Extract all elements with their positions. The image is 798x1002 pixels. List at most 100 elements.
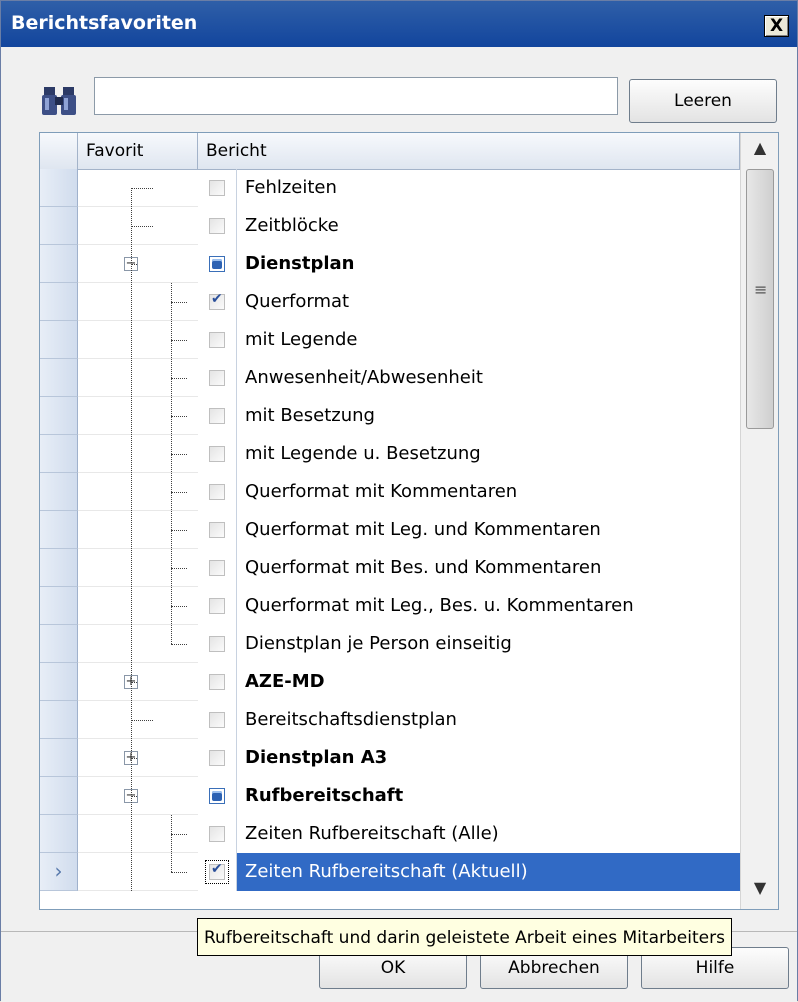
tree-line [131, 796, 137, 797]
search-input[interactable] [94, 77, 618, 115]
tree-line [131, 188, 153, 189]
tree-line [131, 264, 137, 265]
tree-line [171, 378, 187, 379]
favorite-checkbox[interactable] [209, 370, 225, 386]
row-selector[interactable] [40, 587, 78, 625]
row-selector[interactable] [40, 777, 78, 815]
tree-group-row[interactable]: + Dienstplan A3 [78, 739, 740, 777]
tree-line [171, 416, 187, 417]
tree-group-row[interactable]: + AZE-MD [78, 663, 740, 701]
favorite-cell [78, 663, 198, 701]
favorite-checkbox[interactable] [209, 598, 225, 614]
window-title: Berichtsfavoriten [11, 12, 198, 34]
tree-line [171, 815, 172, 872]
favorite-checkbox[interactable] [209, 291, 225, 310]
report-label: mit Besetzung [236, 397, 740, 435]
report-label: Querformat [236, 283, 740, 321]
favorite-checkbox[interactable] [209, 560, 225, 576]
scroll-thumb[interactable] [746, 169, 774, 429]
row-selector[interactable] [40, 435, 78, 473]
row-selector[interactable] [40, 359, 78, 397]
report-label: mit Legende [236, 321, 740, 359]
row-selector[interactable] [40, 207, 78, 245]
scroll-down-icon[interactable]: ▼ [741, 873, 778, 903]
tree-line [131, 720, 153, 721]
report-label: Bereitschaftsdienstplan [236, 701, 740, 739]
tree-line [171, 302, 187, 303]
tree-group-row[interactable]: − Rufbereitschaft [78, 777, 740, 815]
report-label: mit Legende u. Besetzung [236, 435, 740, 473]
row-selector[interactable]: › [40, 853, 78, 891]
tree-line [131, 226, 153, 227]
row-selector[interactable] [40, 663, 78, 701]
favorite-checkbox[interactable] [209, 636, 225, 652]
favorite-checkbox[interactable] [209, 522, 225, 538]
row-selector[interactable] [40, 511, 78, 549]
table-row[interactable]: Fehlzeiten [78, 169, 740, 207]
report-label: AZE-MD [236, 663, 740, 701]
clear-button[interactable]: Leeren [629, 79, 777, 123]
close-button[interactable]: X [764, 15, 789, 37]
tree-line [171, 492, 187, 493]
tree-line [131, 758, 137, 759]
favorites-dialog: Berichtsfavoriten X Leeren Favorit Beric… [0, 0, 798, 1002]
favorite-checkbox[interactable] [209, 256, 225, 272]
table-row[interactable]: Zeitblöcke [78, 207, 740, 245]
row-selector[interactable] [40, 739, 78, 777]
row-selector[interactable] [40, 283, 78, 321]
favorite-checkbox[interactable] [209, 218, 225, 234]
column-header-favorit[interactable]: Favorit [78, 133, 198, 169]
vertical-scrollbar[interactable]: ▲ ▼ [740, 133, 778, 909]
report-grid: Favorit Bericht Fehlzeiten Zeitblöcke − Die… [39, 132, 779, 910]
favorite-cell [78, 739, 198, 777]
tree-group-row[interactable]: − Dienstplan [78, 245, 740, 283]
tree-line [171, 568, 187, 569]
favorite-checkbox[interactable] [209, 408, 225, 424]
tree-line [131, 682, 137, 683]
report-label: Dienstplan A3 [236, 739, 740, 777]
favorite-checkbox[interactable] [205, 860, 229, 884]
favorite-checkbox[interactable] [209, 674, 225, 690]
report-label: Dienstplan je Person einseitig [236, 625, 740, 663]
favorite-checkbox[interactable] [209, 446, 225, 462]
favorite-checkbox[interactable] [209, 180, 225, 196]
tree-line [171, 340, 187, 341]
row-selector[interactable] [40, 245, 78, 283]
report-label: Anwesenheit/Abwesenheit [236, 359, 740, 397]
row-selector[interactable] [40, 701, 78, 739]
report-label: Dienstplan [236, 245, 740, 283]
scroll-up-icon[interactable]: ▲ [741, 133, 778, 163]
row-selector[interactable] [40, 473, 78, 511]
report-label: Zeitblöcke [236, 207, 740, 245]
row-selector[interactable] [40, 321, 78, 359]
report-label: Querformat mit Kommentaren [236, 473, 740, 511]
report-label: Zeiten Rufbereitschaft (Aktuell) [236, 853, 740, 891]
title-bar[interactable]: Berichtsfavoriten X [1, 1, 797, 47]
tree-line [171, 872, 187, 873]
report-label: Querformat mit Leg., Bes. u. Kommentaren [236, 587, 740, 625]
grid-header: Favorit Bericht [40, 133, 740, 170]
tree-line [171, 644, 187, 645]
report-label: Querformat mit Bes. und Kommentaren [236, 549, 740, 587]
tree-line [171, 454, 187, 455]
row-selector[interactable] [40, 815, 78, 853]
tree-line [131, 188, 132, 891]
favorite-checkbox[interactable] [209, 332, 225, 348]
favorite-checkbox[interactable] [209, 484, 225, 500]
favorite-cell [78, 777, 198, 815]
favorite-checkbox[interactable] [209, 712, 225, 728]
row-selector[interactable] [40, 625, 78, 663]
favorite-checkbox[interactable] [209, 788, 225, 804]
tree-line [171, 530, 187, 531]
row-selector[interactable] [40, 169, 78, 207]
favorite-checkbox[interactable] [209, 826, 225, 842]
tree-line [171, 283, 172, 644]
favorite-checkbox[interactable] [209, 750, 225, 766]
row-selector[interactable] [40, 549, 78, 587]
table-row[interactable]: Bereitschaftsdienstplan [78, 701, 740, 739]
report-label: Querformat mit Leg. und Kommentaren [236, 511, 740, 549]
current-row-icon: › [54, 859, 63, 883]
binoculars-icon [42, 87, 76, 115]
column-header-bericht[interactable]: Bericht [198, 133, 740, 169]
row-selector[interactable] [40, 397, 78, 435]
